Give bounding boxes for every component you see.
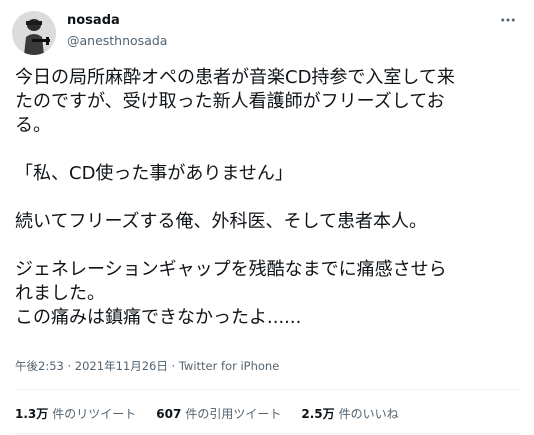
tweet-date[interactable]: 2021年11月26日: [75, 359, 168, 373]
quotes-stat[interactable]: 607 件の引用ツイート: [156, 405, 281, 422]
tweet-text-line: 「私、CD使った事がありません」: [15, 163, 293, 184]
quotes-count: 607: [156, 407, 182, 421]
tweet-text-line: たのですが、受け取った新人看護師がフリーズしてお: [15, 91, 445, 112]
tweet-text-line: この痛みは鎮痛できなかったよ......: [15, 307, 302, 328]
tweet-text: 今日の局所麻酔オペの患者が音楽CD持参で入室して来 たのですが、受け取った新人看…: [15, 66, 525, 330]
meta-separator: ·: [67, 359, 72, 373]
tweet-text-line: 今日の局所麻酔オペの患者が音楽CD持参で入室して来: [15, 67, 455, 88]
likes-label: 件のいいね: [338, 407, 399, 421]
tweet-text-line: る。: [15, 115, 51, 136]
tweet-text-line: れました。: [15, 283, 105, 304]
tweet-stats: 1.3万 件のリツイート 607 件の引用ツイート 2.5万 件のいいね: [15, 405, 419, 422]
retweets-stat[interactable]: 1.3万 件のリツイート: [15, 405, 136, 422]
tweet-text-line: 続いてフリーズする俺、外科医、そして患者本人。: [15, 211, 428, 232]
retweets-label: 件のリツイート: [52, 407, 137, 421]
likes-stat[interactable]: 2.5万 件のいいね: [301, 405, 398, 422]
divider: [14, 389, 520, 390]
display-name[interactable]: nosada: [67, 13, 120, 28]
tweet-time[interactable]: 午後2:53: [15, 359, 64, 373]
tweet-card: nosada @anesthnosada 今日の局所麻酔オペの患者が音楽CD持参…: [0, 0, 534, 435]
more-options-button[interactable]: [496, 10, 520, 30]
divider: [14, 433, 520, 434]
avatar-image: [12, 11, 56, 55]
tweet-text-line: ジェネレーションギャップを残酷なまでに痛感させら: [15, 259, 447, 280]
tweet-source[interactable]: Twitter for iPhone: [179, 359, 280, 373]
tweet-metadata: 午後2:53 · 2021年11月26日 · Twitter for iPhon…: [15, 358, 279, 374]
user-handle[interactable]: @anesthnosada: [67, 33, 167, 48]
meta-separator: ·: [171, 359, 176, 373]
likes-count: 2.5万: [301, 407, 335, 421]
quotes-label: 件の引用ツイート: [185, 407, 282, 421]
retweets-count: 1.3万: [15, 407, 49, 421]
avatar[interactable]: [12, 11, 56, 55]
more-options-icon: [501, 18, 515, 22]
